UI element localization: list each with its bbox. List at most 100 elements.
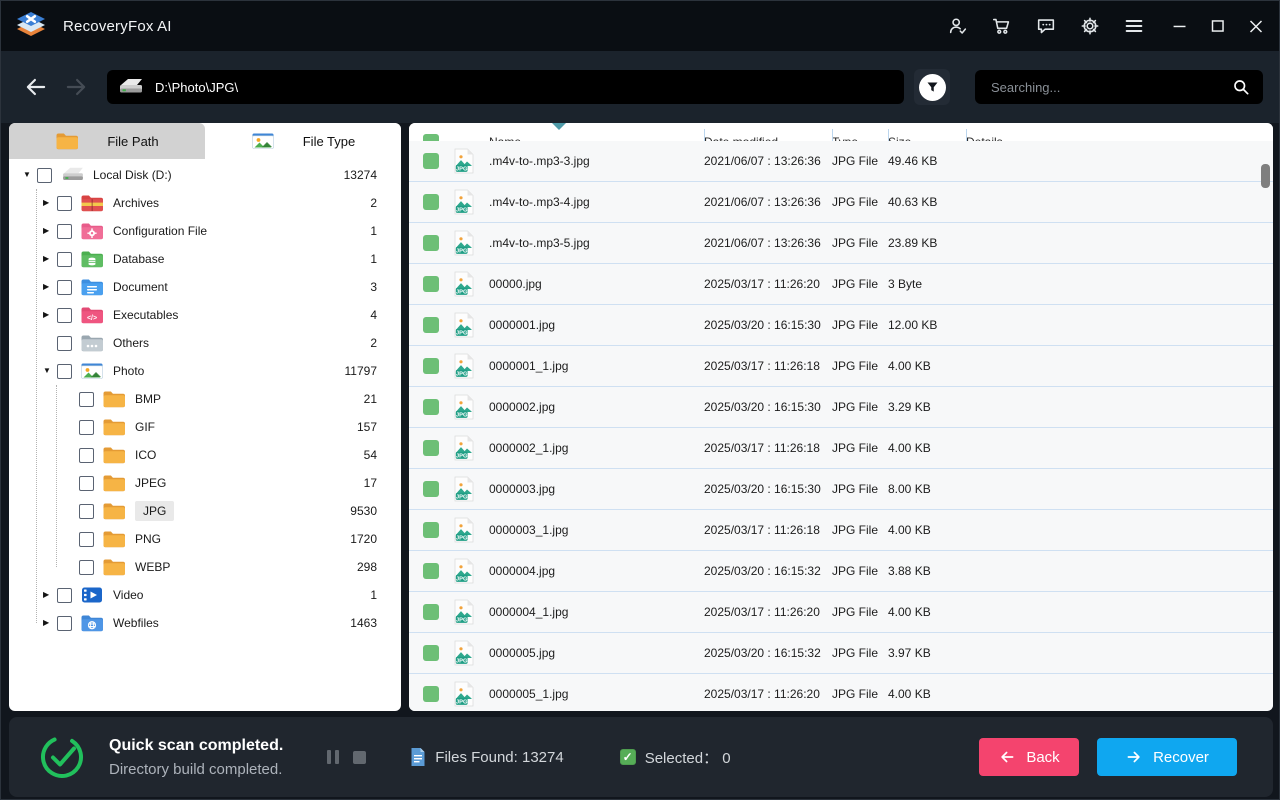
tree-checkbox[interactable] — [79, 475, 94, 491]
tree-item-jpeg[interactable]: JPEG 17 — [9, 469, 401, 497]
recover-button[interactable]: Recover — [1097, 738, 1237, 776]
tree-item-label: WEBP — [135, 560, 171, 574]
tree-item-local-disk-d-[interactable]: ▼ Local Disk (D:) 13274 — [9, 161, 401, 189]
tab-file-path[interactable]: File Path — [9, 123, 205, 159]
tree-item-others[interactable]: Others 2 — [9, 329, 401, 357]
tree-checkbox[interactable] — [57, 307, 72, 323]
tree-item-configuration-file[interactable]: ▶ Configuration File 1 — [9, 217, 401, 245]
chat-icon[interactable] — [1035, 15, 1057, 37]
scan-status-subtitle: Directory build completed. — [109, 760, 283, 778]
tree-checkbox[interactable] — [79, 419, 94, 435]
pause-icon[interactable] — [327, 750, 340, 764]
tree-item-archives[interactable]: ▶ Archives 2 — [9, 189, 401, 217]
tree-item-png[interactable]: PNG 1720 — [9, 525, 401, 553]
tree-item-document[interactable]: ▶ Document 3 — [9, 273, 401, 301]
scrollbar-thumb[interactable] — [1261, 164, 1270, 188]
file-row[interactable]: JPG 00000.jpg 2025/03/17 : 11:26:20 JPG Fil… — [409, 264, 1273, 305]
expand-arrow-icon[interactable]: ▶ — [43, 619, 57, 627]
expand-arrow-icon[interactable]: ▶ — [43, 227, 57, 235]
file-row[interactable]: JPG 0000001_1.jpg 2025/03/17 : 11:26:18 JPG… — [409, 346, 1273, 387]
file-row[interactable]: JPG 0000002.jpg 2025/03/20 : 16:15:30 JPG F… — [409, 387, 1273, 428]
file-checkbox[interactable] — [423, 604, 439, 620]
tree-item-photo[interactable]: ▼ Photo 11797 — [9, 357, 401, 385]
tree-checkbox[interactable] — [79, 503, 94, 519]
search-input[interactable] — [975, 79, 1231, 95]
tree-item-webp[interactable]: WEBP 298 — [9, 553, 401, 581]
expand-arrow-icon[interactable]: ▼ — [23, 171, 37, 179]
back-button[interactable]: Back — [979, 738, 1079, 776]
tree-checkbox[interactable] — [57, 363, 72, 379]
tree-item-jpg[interactable]: JPG 9530 — [9, 497, 401, 525]
file-checkbox[interactable] — [423, 686, 439, 702]
file-type: JPG File — [832, 646, 879, 660]
tree-item-count: 1720 — [350, 532, 377, 546]
tree-item-ico[interactable]: ICO 54 — [9, 441, 401, 469]
tree-item-video[interactable]: ▶ Video 1 — [9, 581, 401, 609]
file-row[interactable]: JPG 0000004.jpg 2025/03/20 : 16:15:32 JPG F… — [409, 551, 1273, 592]
file-date-modified: 2021/06/07 : 13:26:36 — [704, 236, 821, 250]
file-type: JPG File — [832, 318, 879, 332]
tree-checkbox[interactable] — [57, 335, 72, 351]
tab-file-type[interactable]: File Type — [205, 123, 401, 159]
tree-checkbox[interactable] — [79, 391, 94, 407]
tree-checkbox[interactable] — [57, 279, 72, 295]
file-row[interactable]: JPG 0000001.jpg 2025/03/20 : 16:15:30 JPG F… — [409, 305, 1273, 346]
file-row[interactable]: JPG .m4v-to-.mp3-4.jpg 2021/06/07 : 13:26:… — [409, 182, 1273, 223]
settings-icon[interactable] — [1079, 15, 1101, 37]
cart-icon[interactable] — [991, 15, 1013, 37]
file-size: 3.88 KB — [888, 564, 931, 578]
file-checkbox[interactable] — [423, 481, 439, 497]
file-checkbox[interactable] — [423, 522, 439, 538]
expand-arrow-icon[interactable]: ▶ — [43, 255, 57, 263]
tree-checkbox[interactable] — [57, 251, 72, 267]
close-button[interactable] — [1245, 15, 1267, 37]
file-row[interactable]: JPG 0000003_1.jpg 2025/03/17 : 11:26:18 JPG… — [409, 510, 1273, 551]
filter-button[interactable] — [914, 69, 950, 105]
tree-checkbox[interactable] — [57, 587, 72, 603]
maximize-button[interactable] — [1207, 15, 1229, 37]
file-checkbox[interactable] — [423, 153, 439, 169]
file-checkbox[interactable] — [423, 440, 439, 456]
tree-checkbox[interactable] — [57, 195, 72, 211]
file-row[interactable]: JPG 0000003.jpg 2025/03/20 : 16:15:30 JPG F… — [409, 469, 1273, 510]
expand-arrow-icon[interactable]: ▶ — [43, 199, 57, 207]
tree-item-executables[interactable]: ▶ </> Executables 4 — [9, 301, 401, 329]
path-input[interactable]: D:\Photo\JPG\ — [107, 70, 904, 104]
tree-checkbox[interactable] — [79, 447, 94, 463]
file-row[interactable]: JPG .m4v-to-.mp3-5.jpg 2021/06/07 : 13:26:… — [409, 223, 1273, 264]
tree-checkbox[interactable] — [79, 559, 94, 575]
tree-item-webfiles[interactable]: ▶ Webfiles 1463 — [9, 609, 401, 637]
forward-nav-button[interactable] — [63, 74, 89, 100]
file-row[interactable]: JPG 0000005.jpg 2025/03/20 : 16:15:32 JPG F… — [409, 633, 1273, 674]
tree-item-bmp[interactable]: BMP 21 — [9, 385, 401, 413]
tree-item-gif[interactable]: GIF 157 — [9, 413, 401, 441]
back-nav-button[interactable] — [23, 74, 49, 100]
file-row[interactable]: JPG .m4v-to-.mp3-3.jpg 2021/06/07 : 13:26:… — [409, 141, 1273, 182]
file-checkbox[interactable] — [423, 276, 439, 292]
file-checkbox[interactable] — [423, 645, 439, 661]
stop-icon[interactable] — [353, 750, 367, 764]
file-checkbox[interactable] — [423, 194, 439, 210]
file-checkbox[interactable] — [423, 399, 439, 415]
tree-checkbox[interactable] — [37, 167, 52, 183]
file-checkbox[interactable] — [423, 235, 439, 251]
account-icon[interactable] — [947, 15, 969, 37]
file-checkbox[interactable] — [423, 563, 439, 579]
expand-arrow-icon[interactable]: ▶ — [43, 283, 57, 291]
tree-checkbox[interactable] — [57, 223, 72, 239]
expand-arrow-icon[interactable]: ▶ — [43, 591, 57, 599]
expand-arrow-icon[interactable]: ▶ — [43, 311, 57, 319]
file-checkbox[interactable] — [423, 317, 439, 333]
tree-checkbox[interactable] — [57, 615, 72, 631]
tree-checkbox[interactable] — [79, 531, 94, 547]
file-row[interactable]: JPG 0000004_1.jpg 2025/03/17 : 11:26:20 JPG… — [409, 592, 1273, 633]
expand-arrow-icon[interactable]: ▼ — [43, 367, 57, 375]
file-row[interactable]: JPG 0000002_1.jpg 2025/03/17 : 11:26:18 JPG… — [409, 428, 1273, 469]
minimize-button[interactable] — [1169, 15, 1191, 37]
file-row[interactable]: JPG 0000005_1.jpg 2025/03/17 : 11:26:20 JPG… — [409, 674, 1273, 711]
search-icon[interactable] — [1231, 77, 1251, 97]
menu-icon[interactable] — [1123, 15, 1145, 37]
file-checkbox[interactable] — [423, 358, 439, 374]
tree-item-database[interactable]: ▶ Database 1 — [9, 245, 401, 273]
svg-text:JPG: JPG — [456, 330, 468, 336]
